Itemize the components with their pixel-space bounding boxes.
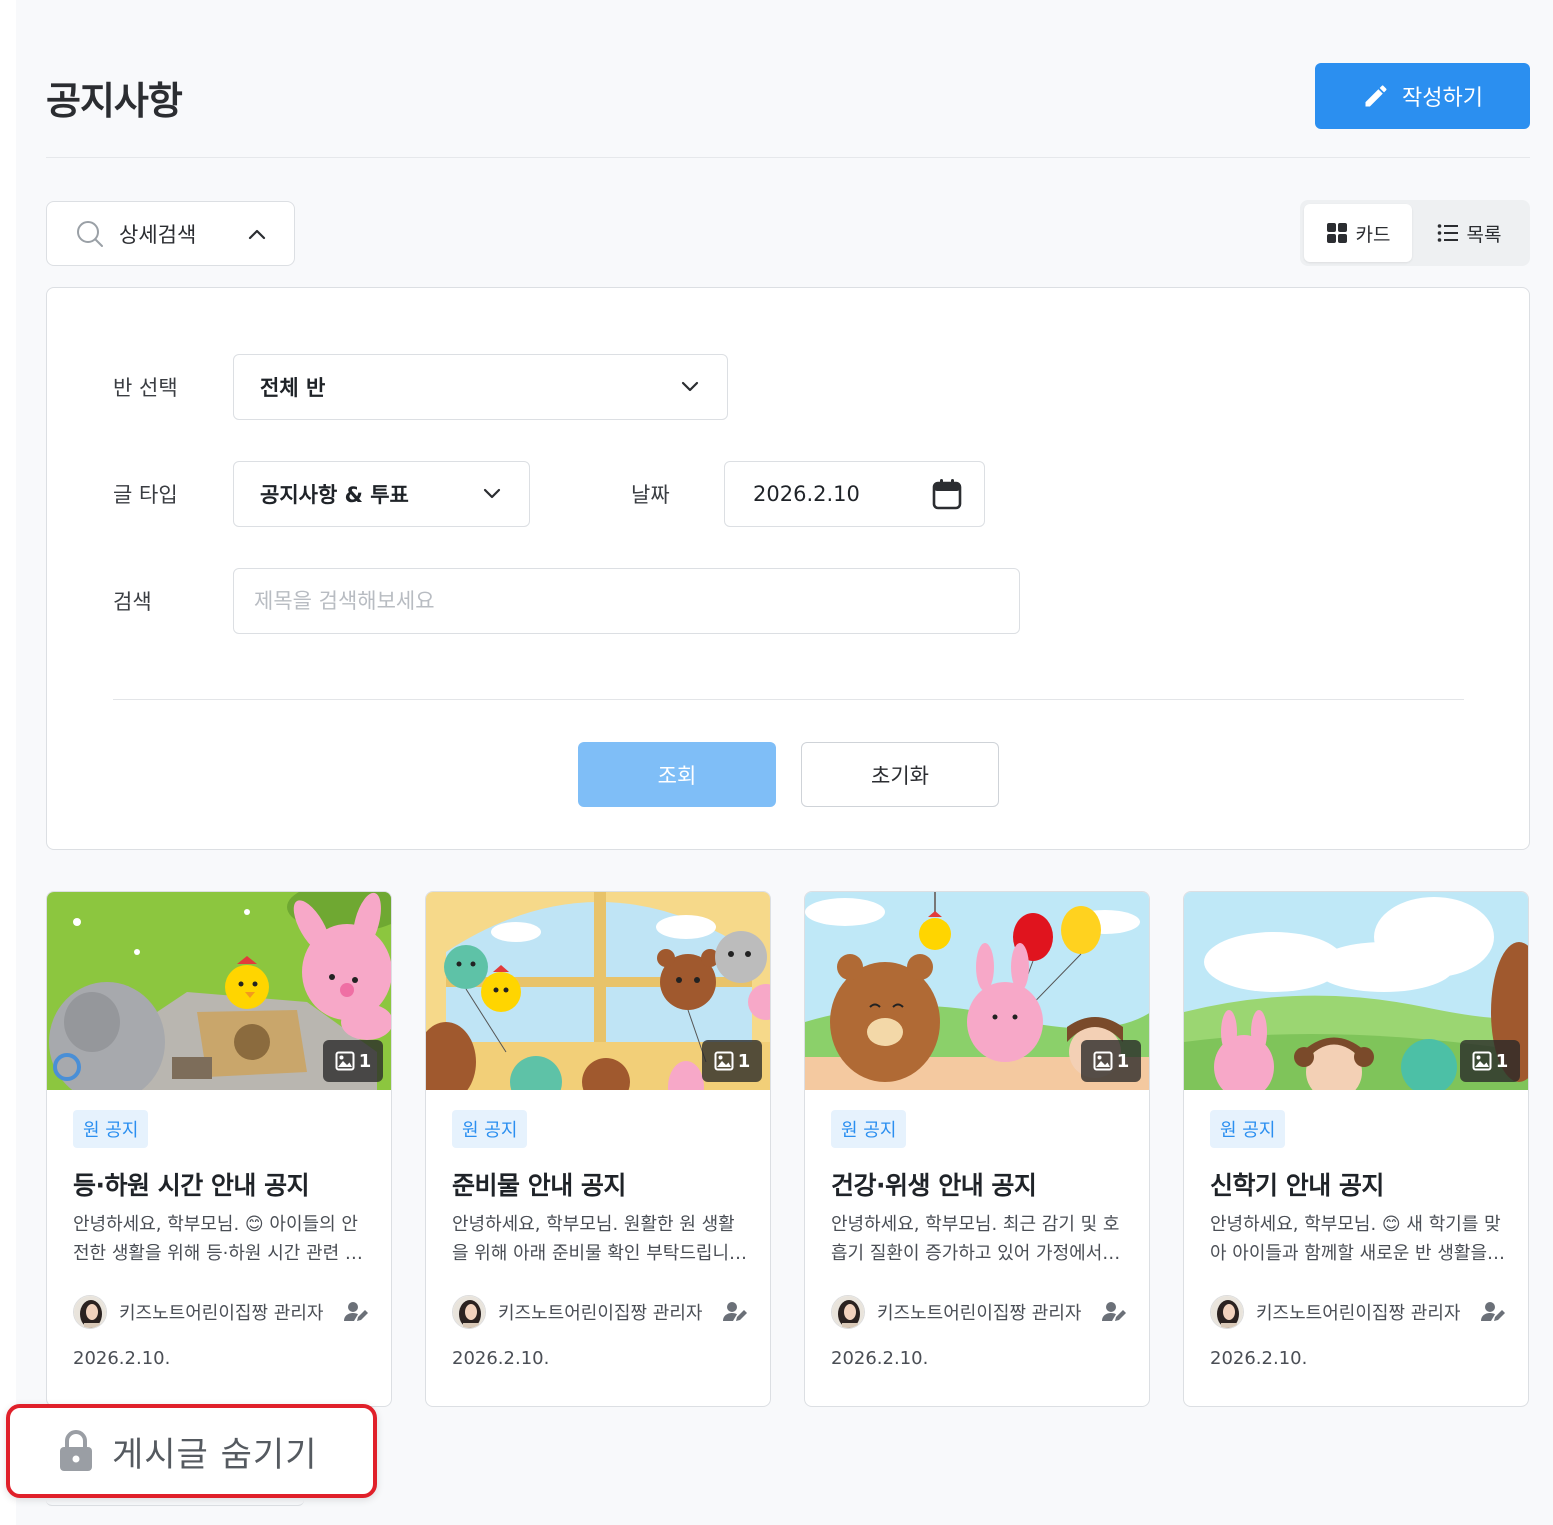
- notice-card[interactable]: 1 원 공지 건강·위생 안내 공지 안녕하세요, 학부모님. 최근 감기 및 …: [804, 891, 1150, 1407]
- author-name: 키즈노트어린이집짱 관리자: [119, 1303, 324, 1324]
- pencil-icon: [1365, 85, 1387, 107]
- card-description: 안녕하세요, 학부모님. 😊 아이들의 안전한 생활을 위해 등·하원 시간 관…: [73, 1214, 362, 1264]
- avatar: [452, 1295, 486, 1329]
- category-tag: 원 공지: [831, 1110, 907, 1148]
- image-count: 1: [1116, 1050, 1130, 1072]
- list-icon: [1437, 224, 1458, 242]
- class-select-value: 전체 반: [260, 376, 326, 400]
- write-button[interactable]: 작성하기: [1315, 63, 1530, 129]
- author-name: 키즈노트어린이집짱 관리자: [1256, 1303, 1461, 1324]
- card-date: 2026.2.10.: [452, 1348, 550, 1369]
- image-count: 1: [1495, 1050, 1509, 1072]
- calendar-icon: [932, 479, 962, 510]
- view-list-button[interactable]: 목록: [1412, 204, 1526, 262]
- image-count-badge: 1: [1460, 1040, 1520, 1082]
- image-count: 1: [737, 1050, 751, 1072]
- card-date: 2026.2.10.: [1210, 1348, 1308, 1369]
- user-edit-icon[interactable]: [1480, 1300, 1506, 1324]
- image-count: 1: [358, 1050, 372, 1072]
- category-tag: 원 공지: [1210, 1110, 1286, 1148]
- panel-divider: [113, 699, 1464, 700]
- page-title: 공지사항: [46, 79, 183, 123]
- author-name: 키즈노트어린이집짱 관리자: [498, 1303, 703, 1324]
- card-thumbnail: 1: [805, 892, 1149, 1090]
- card-date: 2026.2.10.: [73, 1348, 171, 1369]
- query-button[interactable]: 조회: [578, 742, 776, 807]
- user-edit-icon[interactable]: [1101, 1300, 1127, 1324]
- date-label: 날짜: [631, 483, 670, 507]
- write-button-label: 작성하기: [1402, 86, 1483, 111]
- notice-card[interactable]: 1 원 공지 신학기 안내 공지 안녕하세요, 학부모님. 😊 새 학기를 맞아…: [1183, 891, 1529, 1407]
- card-title: 준비물 안내 공지: [452, 1171, 626, 1200]
- author-row: 키즈노트어린이집짱 관리자: [831, 1294, 1127, 1330]
- hide-post-label: 게시글 숨기기: [112, 1434, 318, 1475]
- avatar: [73, 1295, 107, 1329]
- author-name: 키즈노트어린이집짱 관리자: [877, 1303, 1082, 1324]
- image-count-badge: 1: [323, 1040, 383, 1082]
- post-type-select[interactable]: 공지사항 & 투표: [233, 461, 530, 527]
- author-row: 키즈노트어린이집짱 관리자: [73, 1294, 369, 1330]
- filter-panel: 반 선택 전체 반 글 타입 공지사항 & 투표 날짜 2026.2.10 검색…: [46, 287, 1530, 850]
- author-row: 키즈노트어린이집짱 관리자: [452, 1294, 748, 1330]
- chevron-down-icon: [483, 488, 501, 499]
- search-icon: [77, 220, 103, 247]
- author-row: 키즈노트어린이집짱 관리자: [1210, 1294, 1506, 1330]
- chevron-down-icon: [681, 381, 699, 392]
- image-icon: [1093, 1051, 1113, 1071]
- card-title: 신학기 안내 공지: [1210, 1171, 1384, 1200]
- image-count-badge: 1: [702, 1040, 762, 1082]
- date-picker[interactable]: 2026.2.10: [724, 461, 985, 527]
- post-type-label: 글 타입: [113, 483, 178, 507]
- avatar: [831, 1295, 865, 1329]
- detail-search-label: 상세검색: [119, 222, 197, 247]
- card-description: 안녕하세요, 학부모님. 😊 새 학기를 맞아 아이들과 함께할 새로운 반 생…: [1210, 1214, 1501, 1264]
- search-label: 검색: [113, 590, 152, 614]
- card-title: 건강·위생 안내 공지: [831, 1171, 1037, 1200]
- chevron-up-icon: [248, 229, 266, 239]
- card-thumbnail: 1: [47, 892, 391, 1090]
- title-search-input[interactable]: [233, 568, 1020, 634]
- reset-button[interactable]: 초기화: [801, 742, 999, 807]
- title-divider: [46, 157, 1530, 158]
- post-type-value: 공지사항 & 투표: [260, 483, 409, 507]
- notice-card[interactable]: 1 원 공지 준비물 안내 공지 안녕하세요, 학부모님. 원활한 원 생활을 …: [425, 891, 771, 1407]
- notice-card[interactable]: 1 원 공지 등·하원 시간 안내 공지 안녕하세요, 학부모님. 😊 아이들의…: [46, 891, 392, 1407]
- lock-icon: [60, 1430, 92, 1471]
- card-title: 등·하원 시간 안내 공지: [73, 1171, 310, 1200]
- card-thumbnail: 1: [426, 892, 770, 1090]
- view-list-label: 목록: [1466, 223, 1502, 246]
- hide-post-button[interactable]: 게시글 숨기기: [6, 1404, 377, 1498]
- image-icon: [335, 1051, 355, 1071]
- date-value: 2026.2.10: [753, 482, 860, 506]
- image-icon: [1472, 1051, 1492, 1071]
- view-card-button[interactable]: 카드: [1304, 204, 1412, 262]
- avatar: [1210, 1295, 1244, 1329]
- user-edit-icon[interactable]: [343, 1300, 369, 1324]
- card-description: 안녕하세요, 학부모님. 원활한 원 생활을 위해 아래 준비물 확인 부탁드립…: [452, 1214, 735, 1264]
- class-select[interactable]: 전체 반: [233, 354, 728, 420]
- view-mode-toggle: 카드 목록: [1300, 200, 1530, 266]
- card-description: 안녕하세요, 학부모님. 최근 감기 및 호흡기 질환이 증가하고 있어 가정에…: [831, 1214, 1120, 1264]
- popup-shadow-edge: [46, 1500, 304, 1506]
- category-tag: 원 공지: [73, 1110, 149, 1148]
- grid-icon: [1326, 223, 1347, 243]
- class-select-label: 반 선택: [113, 376, 178, 400]
- card-thumbnail: 1: [1184, 892, 1528, 1090]
- user-edit-icon[interactable]: [722, 1300, 748, 1324]
- view-card-label: 카드: [1355, 223, 1391, 246]
- category-tag: 원 공지: [452, 1110, 528, 1148]
- card-date: 2026.2.10.: [831, 1348, 929, 1369]
- image-count-badge: 1: [1081, 1040, 1141, 1082]
- detail-search-toggle[interactable]: 상세검색: [46, 201, 295, 266]
- image-icon: [714, 1051, 734, 1071]
